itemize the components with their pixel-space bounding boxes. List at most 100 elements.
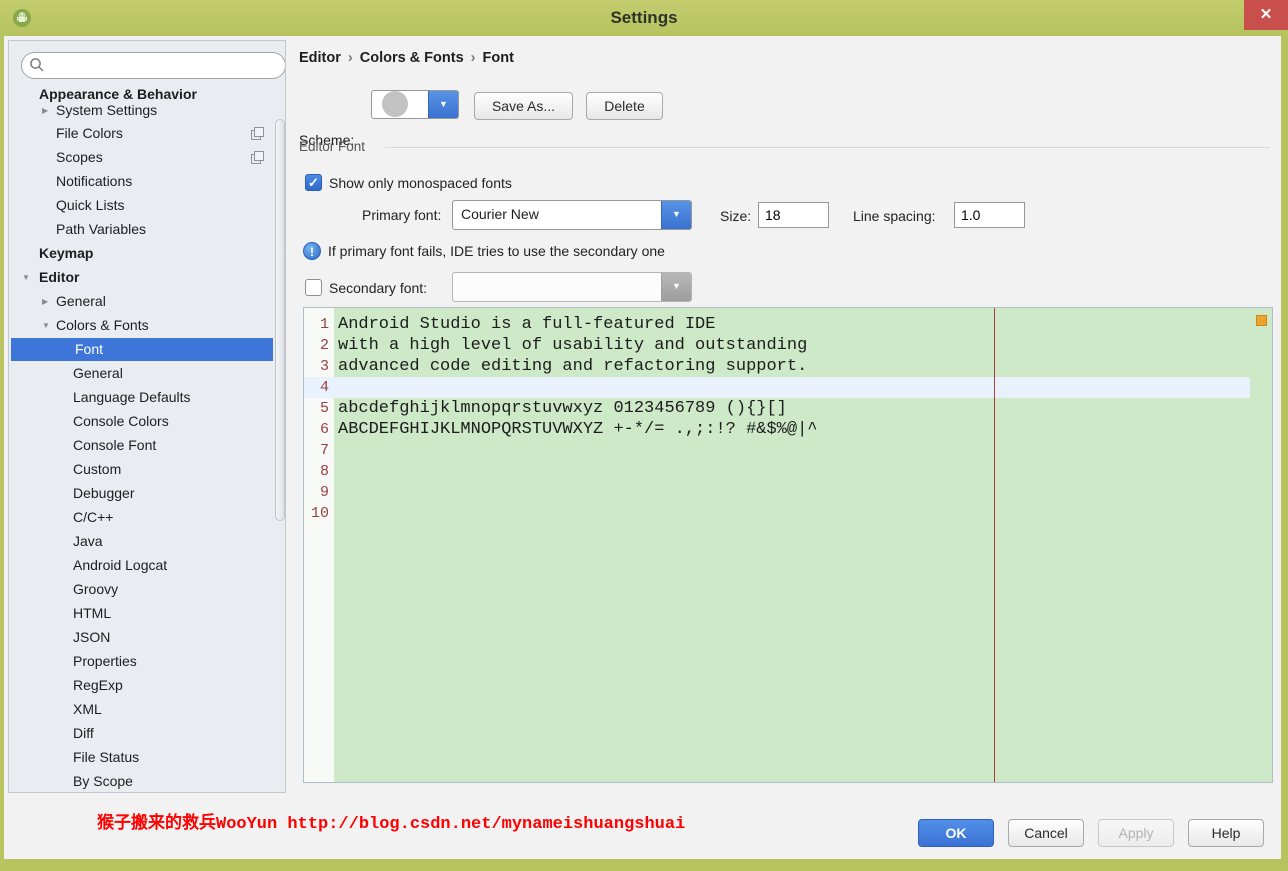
editor-line[interactable]: 5 abcdefghijklmnopqrstuvwxyz 0123456789 (… (304, 398, 1272, 419)
sidebar-item-xml[interactable]: XML (9, 698, 285, 721)
sidebar-item-label: File Status (73, 749, 140, 765)
editor-line[interactable]: 9 (304, 482, 1272, 503)
help-button[interactable]: Help (1188, 819, 1264, 847)
sidebar-item-console-colors[interactable]: Console Colors (9, 410, 285, 433)
ok-button[interactable]: OK (918, 819, 994, 847)
sidebar-item-keymap[interactable]: Keymap (9, 242, 285, 265)
scheme-dropdown-arrow-icon[interactable]: ▼ (428, 91, 458, 118)
sidebar-item-label: Quick Lists (56, 197, 125, 213)
copy-icon[interactable] (251, 127, 264, 140)
breadcrumb-separator: › (347, 50, 353, 66)
code-text: abcdefghijklmnopqrstuvwxyz 0123456789 ()… (338, 399, 787, 418)
line-spacing-label: Line spacing: (853, 208, 936, 224)
line-number: 2 (319, 337, 329, 354)
primary-font-dropdown-arrow-icon[interactable]: ▼ (661, 201, 691, 229)
editor-font-group-label: Editor Font (299, 139, 366, 154)
breadcrumb-item-editor[interactable]: Editor (299, 50, 341, 66)
line-spacing-input[interactable] (954, 202, 1025, 228)
copy-icon[interactable] (251, 151, 264, 164)
editor-line[interactable]: 4 (304, 377, 1250, 398)
sidebar-item-scopes[interactable]: Scopes (9, 146, 285, 169)
sidebar-item-path-variables[interactable]: Path Variables (9, 218, 285, 241)
line-number: 8 (319, 463, 329, 480)
sidebar-item-notifications[interactable]: Notifications (9, 170, 285, 193)
chevron-right-icon[interactable]: ▶ (42, 290, 48, 313)
sidebar-item-label: Font (75, 341, 104, 357)
sidebar-item-label: Properties (73, 653, 137, 669)
sidebar-scrollbar[interactable] (275, 119, 285, 521)
sidebar-item-custom[interactable]: Custom (9, 458, 285, 481)
sidebar-item-console-font[interactable]: Console Font (9, 434, 285, 457)
line-number: 1 (319, 316, 329, 333)
editor-line[interactable]: 2 with a high level of usability and outs… (304, 335, 1272, 356)
sidebar-tree: Appearance & Behavior ▶ System Settings Fil… (9, 41, 285, 792)
sidebar-item-by-scope[interactable]: By Scope (9, 770, 285, 792)
sidebar-item-diff[interactable]: Diff (9, 722, 285, 745)
chevron-right-icon[interactable]: ▶ (42, 99, 48, 122)
sidebar-item-android-logcat[interactable]: Android Logcat (9, 554, 285, 577)
sidebar-item-java[interactable]: Java (9, 530, 285, 553)
sidebar-item-label: RegExp (73, 677, 123, 693)
sidebar-item-label: JSON (73, 629, 111, 645)
sidebar-item-json[interactable]: JSON (9, 626, 285, 649)
sidebar-item-editor[interactable]: ▼ Editor (9, 266, 285, 289)
editor-line[interactable]: 3 advanced code editing and refactoring s… (304, 356, 1272, 377)
sidebar-item-font[interactable]: Font (11, 338, 273, 361)
chevron-down-icon[interactable]: ▼ (22, 266, 30, 289)
editor-line[interactable]: 7 (304, 440, 1272, 461)
fallback-info-text: If primary font fails, IDE tries to use … (328, 243, 665, 259)
sidebar-item-quick-lists[interactable]: Quick Lists (9, 194, 285, 217)
sidebar-item-label: XML (73, 701, 102, 717)
editor-line[interactable]: 10 (304, 503, 1272, 524)
close-button[interactable]: ✕ (1244, 0, 1288, 30)
cancel-button[interactable]: Cancel (1008, 819, 1084, 847)
watermark-text: 猴子搬来的救兵WooYun http://blog.csdn.net/mynam… (97, 815, 686, 834)
primary-font-select[interactable]: Courier New ▼ (452, 200, 692, 230)
breadcrumb-item-font[interactable]: Font (483, 50, 514, 66)
line-number: 9 (319, 484, 329, 501)
sidebar-item-general[interactable]: General (9, 362, 285, 385)
sidebar-item-file-status[interactable]: File Status (9, 746, 285, 769)
sidebar-item-language-defaults[interactable]: Language Defaults (9, 386, 285, 409)
font-preview-editor[interactable]: 1 Android Studio is a full-featured IDE 2 w… (303, 307, 1273, 783)
size-input[interactable] (758, 202, 829, 228)
sidebar-item-html[interactable]: HTML (9, 602, 285, 625)
sidebar-item-regexp[interactable]: RegExp (9, 674, 285, 697)
sidebar-item-properties[interactable]: Properties (9, 650, 285, 673)
sidebar-item-system-settings[interactable]: ▶ System Settings (9, 99, 285, 122)
check-icon: ✓ (308, 175, 319, 190)
sidebar-item-label: Notifications (56, 173, 133, 189)
sidebar-item-debugger[interactable]: Debugger (9, 482, 285, 505)
apply-button[interactable]: Apply (1098, 819, 1174, 847)
show-monospaced-checkbox[interactable]: ✓ (305, 174, 322, 191)
breadcrumb-item-colors-fonts[interactable]: Colors & Fonts (360, 50, 464, 66)
scheme-select[interactable]: ▼ (371, 90, 459, 119)
line-number: 6 (319, 421, 329, 438)
sidebar-item-groovy[interactable]: Groovy (9, 578, 285, 601)
sidebar-item-c-c[interactable]: C/C++ (9, 506, 285, 529)
line-number: 10 (310, 505, 329, 522)
sidebar-item-label: General (56, 293, 106, 309)
code-text: with a high level of usability and outst… (338, 336, 808, 355)
sidebar-item-label: File Colors (56, 125, 123, 141)
sidebar-item-general[interactable]: ▶ General (9, 290, 285, 313)
sidebar-item-colors-fonts[interactable]: ▼ Colors & Fonts (9, 314, 285, 337)
primary-font-value: Courier New (461, 206, 539, 222)
save-as-button[interactable]: Save As... (474, 92, 573, 120)
secondary-font-checkbox[interactable] (305, 279, 322, 296)
secondary-font-dropdown-arrow-icon: ▼ (661, 273, 691, 301)
chevron-down-icon[interactable]: ▼ (42, 314, 50, 337)
sidebar-item-label: Scopes (56, 149, 103, 165)
sidebar-item-label: System Settings (56, 102, 158, 118)
editor-line[interactable]: 1 Android Studio is a full-featured IDE (304, 314, 1272, 335)
delete-button[interactable]: Delete (586, 92, 663, 120)
sidebar-item-label: Keymap (39, 245, 94, 261)
editor-line[interactable]: 6 ABCDEFGHIJKLMNOPQRSTUVWXYZ +-*/= .,;:!?… (304, 419, 1272, 440)
sidebar-item-label: Editor (39, 269, 80, 285)
group-divider (385, 147, 1270, 148)
editor-line[interactable]: 8 (304, 461, 1272, 482)
sidebar-item-label: Groovy (73, 581, 119, 597)
line-number: 3 (319, 358, 329, 375)
sidebar-item-file-colors[interactable]: File Colors (9, 122, 285, 145)
settings-window: Settings ✕ Appearance & Behavior ▶ System … (0, 0, 1288, 871)
